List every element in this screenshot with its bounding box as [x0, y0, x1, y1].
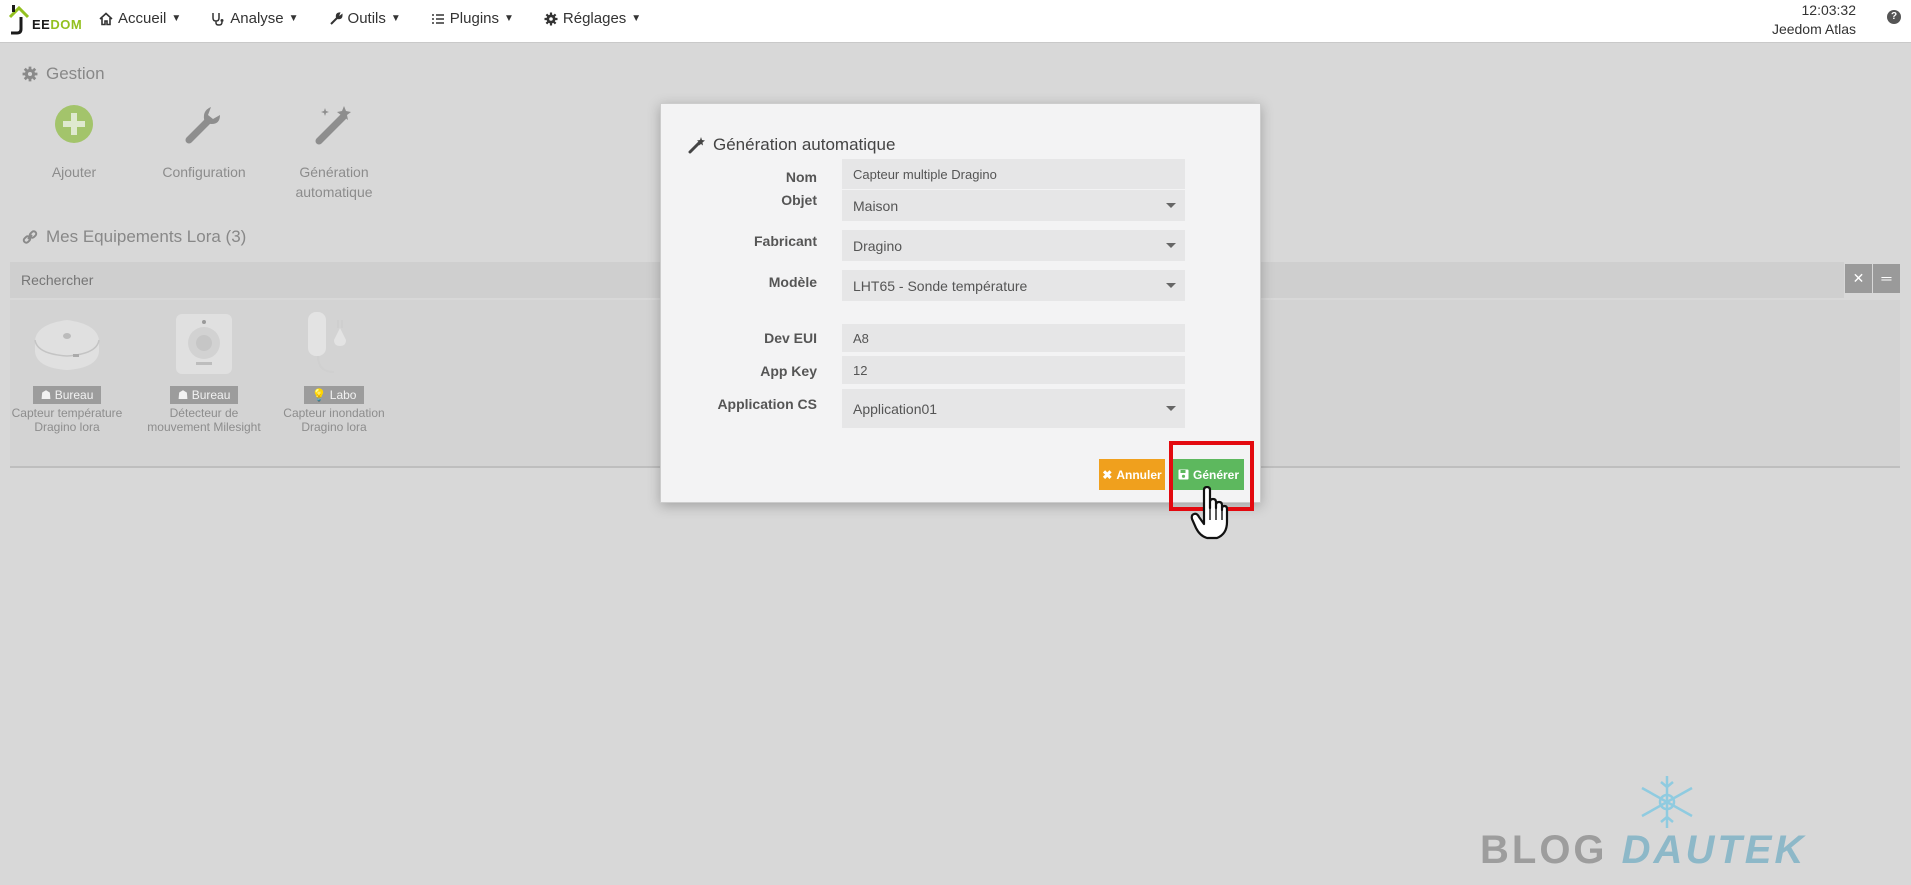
blog-watermark: BLOG DAUTEK [1480, 774, 1860, 884]
tile-generation-label-line2: automatique [295, 184, 373, 200]
logo-text: EEDOM [32, 17, 83, 32]
tile-generation-automatique[interactable]: Génération automatique [279, 102, 389, 202]
equipment-name: Détecteur de mouvement Milesight [147, 406, 261, 434]
gestion-title-text: Gestion [46, 64, 105, 83]
application-cs-select[interactable]: Application01 [842, 389, 1185, 428]
caret-down-icon: ▼ [171, 13, 182, 24]
snowflake-icon [1641, 776, 1693, 828]
equipment-name: Capteur température Dragino lora [11, 406, 123, 434]
home-icon [99, 11, 113, 25]
menu-reglages-label: Réglages [562, 10, 627, 27]
menu-accueil[interactable]: Accueil ▼ [99, 10, 181, 27]
equipment-image [294, 310, 374, 378]
equipment-name: Capteur inondation Dragino lora [283, 406, 385, 434]
field-objet-label: Objet [781, 192, 817, 208]
link-icon [22, 230, 38, 244]
jeedom-logo[interactable]: EEDOM [8, 3, 82, 37]
objet-select[interactable]: Maison [842, 190, 1185, 221]
sort-button[interactable]: ═ [1873, 264, 1900, 293]
application-cs-select-value: Application01 [853, 400, 938, 417]
equipment-card[interactable]: ☗ Bureau Détecteur de mouvement Milesight [139, 310, 269, 434]
cancel-button-label: Annuler [1116, 467, 1162, 482]
tile-generation-label: Génération automatique [279, 162, 389, 202]
magic-wand-icon [312, 102, 356, 146]
caret-down-icon [1166, 202, 1176, 208]
main-menu: Accueil ▼ Analyse ▼ Outils ▼ Plugins ▼ R… [99, 10, 671, 27]
top-navbar: EEDOM Accueil ▼ Analyse ▼ Outils ▼ Plugi… [0, 0, 1911, 43]
clear-search-button[interactable]: ✕ [1845, 264, 1872, 293]
objet-select-value: Maison [853, 197, 899, 214]
field-modele-label: Modèle [768, 274, 817, 290]
caret-down-icon [1166, 405, 1176, 411]
clock-time: 12:03:32 [1801, 2, 1857, 18]
menu-reglages[interactable]: Réglages ▼ [544, 10, 641, 27]
tile-generation-label-line1: Génération [299, 164, 369, 180]
tile-configuration-label: Configuration [162, 164, 246, 180]
app-key-input[interactable]: 12 [842, 356, 1185, 384]
close-icon: ✖ [1102, 467, 1113, 482]
room-badge: 💡 Labo [303, 386, 365, 404]
caret-down-icon: ▼ [631, 13, 642, 24]
tile-ajouter-label: Ajouter [51, 164, 97, 180]
menu-plugins[interactable]: Plugins ▼ [431, 10, 514, 27]
clock-user-block: 12:03:32 Jeedom Atlas [1772, 1, 1856, 39]
equipements-title-text: Mes Equipements Lora (3) [46, 227, 247, 246]
tile-configuration[interactable]: Configuration [149, 102, 259, 182]
gear-icon [22, 66, 38, 82]
house-logo-icon [8, 5, 30, 35]
modele-select[interactable]: LHT65 - Sonde température [842, 270, 1185, 301]
caret-down-icon: ▼ [504, 13, 514, 24]
nom-input[interactable]: Capteur multiple Dragino [842, 159, 1185, 189]
fabricant-select-value: Dragino [853, 237, 903, 254]
hand-pointer-cursor-icon [1190, 486, 1229, 540]
field-fabricant-label: Fabricant [753, 233, 817, 249]
caret-down-icon: ▼ [390, 13, 401, 24]
wrench-icon [329, 11, 343, 25]
menu-analyse[interactable]: Analyse ▼ [211, 10, 299, 27]
field-application-cs-label: Application CS [717, 396, 817, 412]
modal-title: Génération automatique [688, 135, 895, 155]
menu-outils[interactable]: Outils ▼ [329, 10, 401, 27]
help-icon[interactable]: ? [1887, 10, 1901, 24]
equipements-section-title: Mes Equipements Lora (3) [22, 227, 246, 247]
menu-analyse-label: Analyse [230, 10, 284, 27]
menu-outils-label: Outils [347, 10, 386, 27]
watermark-text: BLOG DAUTEK [1480, 828, 1807, 872]
plus-circle-icon [52, 102, 96, 146]
list-icon [431, 13, 444, 24]
wrench-icon [182, 102, 226, 146]
fabricant-select[interactable]: Dragino [842, 230, 1185, 261]
equipment-image [27, 310, 107, 378]
modal-title-text: Génération automatique [713, 135, 896, 154]
tile-ajouter[interactable]: Ajouter [19, 102, 129, 182]
field-dev-eui-label: Dev EUI [764, 330, 817, 346]
room-badge: ☗ Bureau [169, 386, 239, 404]
field-app-key-label: App Key [760, 363, 817, 379]
gestion-section-title: Gestion [22, 64, 105, 84]
menu-plugins-label: Plugins [449, 10, 499, 27]
dev-eui-input[interactable]: A8 [842, 324, 1185, 352]
equipment-card[interactable]: 💡 Labo Capteur inondation Dragino lora [269, 310, 399, 434]
stethoscope-icon [212, 12, 224, 26]
equipment-image [164, 310, 244, 378]
modele-select-value: LHT65 - Sonde température [853, 277, 1028, 294]
gear-icon [544, 12, 558, 25]
caret-down-icon [1166, 282, 1176, 288]
magic-wand-icon [688, 137, 705, 154]
field-nom-label: Nom [785, 169, 817, 185]
cancel-button[interactable]: ✖ Annuler [1099, 459, 1165, 490]
user-name[interactable]: Jeedom Atlas [1772, 20, 1856, 39]
equipment-card[interactable]: ☗ Bureau Capteur température Dragino lora [2, 310, 132, 434]
caret-down-icon: ▼ [288, 13, 299, 24]
room-badge: ☗ Bureau [32, 386, 102, 404]
caret-down-icon [1166, 242, 1176, 248]
menu-accueil-label: Accueil [118, 10, 167, 27]
